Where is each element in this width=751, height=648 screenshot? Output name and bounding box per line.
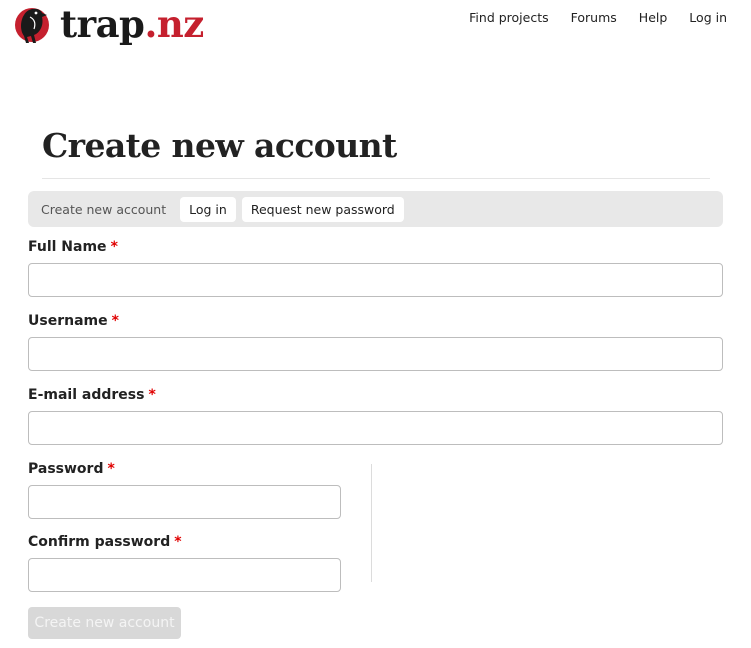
nav-forums[interactable]: Forums xyxy=(571,10,617,25)
full-name-input[interactable] xyxy=(28,263,723,297)
tab-request-password[interactable]: Request new password xyxy=(241,196,404,222)
nav-find-projects[interactable]: Find projects xyxy=(469,10,548,25)
required-marker: * xyxy=(111,313,119,329)
tab-create-account[interactable]: Create new account xyxy=(41,202,166,217)
nav-log-in[interactable]: Log in xyxy=(689,10,727,25)
confirm-password-label: Confirm password * xyxy=(28,534,182,550)
create-account-button[interactable]: Create new account xyxy=(28,607,181,639)
email-input[interactable] xyxy=(28,411,723,445)
required-marker: * xyxy=(148,387,156,403)
title-divider xyxy=(42,178,710,179)
required-marker: * xyxy=(174,534,182,550)
bird-logo-icon xyxy=(14,3,56,45)
account-tabs: Create new account Log in Request new pa… xyxy=(28,191,723,227)
tab-log-in[interactable]: Log in xyxy=(180,196,236,222)
username-input[interactable] xyxy=(28,337,723,371)
required-marker: * xyxy=(107,461,115,477)
full-name-label: Full Name * xyxy=(28,239,118,255)
top-navigation: Find projects Forums Help Log in xyxy=(469,10,727,25)
confirm-password-input[interactable] xyxy=(28,558,341,592)
email-label: E-mail address * xyxy=(28,387,156,403)
password-label: Password * xyxy=(28,461,115,477)
password-input[interactable] xyxy=(28,485,341,519)
password-section-divider xyxy=(371,464,372,582)
required-marker: * xyxy=(110,239,118,255)
page-title: Create new account xyxy=(42,126,397,165)
username-label: Username * xyxy=(28,313,119,329)
site-logo[interactable]: trap.nz xyxy=(14,2,204,46)
nav-help[interactable]: Help xyxy=(639,10,668,25)
site-name: trap.nz xyxy=(60,1,204,46)
